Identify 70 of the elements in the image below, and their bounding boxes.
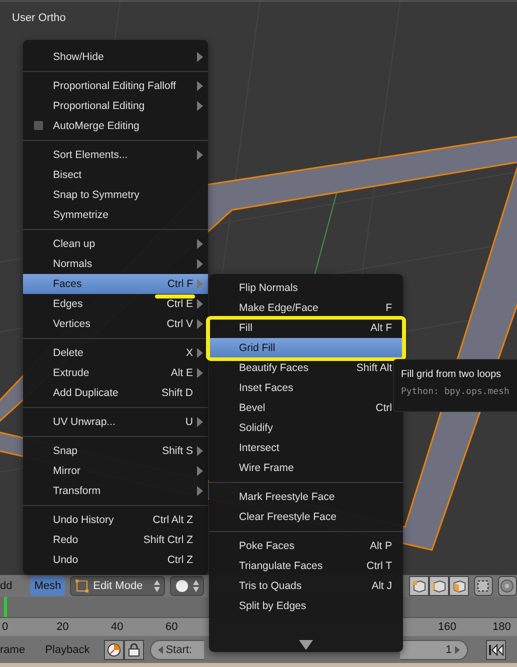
- proportional-icon[interactable]: [498, 576, 517, 596]
- python-path: Python: bpy.ops.mesh: [401, 387, 510, 397]
- menu-item[interactable]: Mark Freestyle Face: [209, 487, 403, 507]
- menu-item[interactable]: Tris to Quads Alt J: [209, 576, 403, 596]
- ruler-label: 160: [438, 621, 456, 633]
- menu-item[interactable]: UV Unwrap... U: [23, 412, 208, 432]
- menu-item[interactable]: Triangulate Faces Ctrl T: [209, 556, 403, 576]
- ruler-label: 60: [166, 621, 178, 633]
- menu-item[interactable]: Make Edge/Face F: [209, 298, 403, 318]
- menu-item[interactable]: Sort Elements...: [23, 145, 208, 165]
- scroll-down-icon[interactable]: [299, 640, 313, 650]
- menu-item[interactable]: Faces Ctrl F: [23, 274, 208, 294]
- menu-item[interactable]: Add Duplicate Shift D: [23, 383, 208, 403]
- ruler-label: 180: [492, 621, 511, 633]
- menu-item[interactable]: Proportional Editing: [23, 96, 208, 116]
- sphere-icon: [174, 579, 188, 593]
- menu-item[interactable]: Undo Ctrl Z: [23, 550, 208, 570]
- edit-mode-icon: [75, 579, 90, 593]
- checkbox[interactable]: [34, 121, 43, 130]
- menu-item[interactable]: Bisect: [23, 165, 208, 185]
- menu-item[interactable]: Undo History Ctrl Alt Z: [23, 510, 208, 530]
- menu-item[interactable]: Poke Faces Alt P: [209, 536, 403, 556]
- menu-item[interactable]: Proportional Editing Falloff: [23, 76, 208, 96]
- menu-item[interactable]: Vertices Ctrl V: [23, 314, 208, 334]
- ruler-label: 40: [111, 621, 124, 633]
- updown-icon: [192, 580, 198, 592]
- menu-item[interactable]: Redo Shift Ctrl Z: [23, 530, 208, 550]
- menu-item[interactable]: Normals: [23, 254, 208, 274]
- playback-menu[interactable]: Playback: [41, 640, 94, 660]
- ruler-label: 20: [56, 621, 69, 633]
- menu-item[interactable]: Edges Ctrl E: [23, 294, 208, 314]
- menu-item[interactable]: Symmetrize: [23, 205, 208, 225]
- menu-item[interactable]: AutoMerge Editing: [23, 116, 208, 136]
- underline-annotation: [155, 294, 195, 299]
- menu-item[interactable]: Show/Hide: [23, 47, 208, 67]
- menu-item[interactable]: Grid Fill: [209, 338, 403, 358]
- decrement-icon[interactable]: [158, 646, 163, 654]
- vertex-select-icon[interactable]: [408, 576, 428, 596]
- view-title: User Ortho: [12, 12, 66, 24]
- menu-item[interactable]: Transform: [23, 481, 208, 501]
- start-frame-field[interactable]: Start:: [150, 640, 204, 660]
- menu-item[interactable]: Mirror: [23, 461, 208, 481]
- menu-item[interactable]: Extrude Alt E: [23, 363, 208, 383]
- menu-item[interactable]: Fill Alt F: [209, 318, 403, 338]
- menu-item[interactable]: Delete X: [23, 343, 208, 363]
- occlude-icon[interactable]: [474, 576, 493, 596]
- menu-item[interactable]: Clean up: [23, 234, 208, 254]
- menu-item[interactable]: Snap Shift S: [23, 441, 208, 461]
- menu-item[interactable]: Flip Normals: [209, 278, 403, 298]
- frame-menu[interactable]: rame: [0, 640, 30, 660]
- face-select-icon[interactable]: [448, 576, 468, 596]
- ruler-label: 0: [2, 621, 8, 633]
- lock-icon[interactable]: [124, 640, 144, 660]
- mode-dropdown[interactable]: Edit Mode: [70, 576, 164, 596]
- menu-item[interactable]: Wire Frame: [209, 458, 403, 478]
- menu-item[interactable]: Intersect: [209, 438, 403, 458]
- increment-icon[interactable]: [454, 646, 460, 654]
- menu-item[interactable]: Clear Freestyle Face: [209, 507, 403, 527]
- tooltip-title: Fill grid from two loops: [401, 369, 502, 380]
- menu-item[interactable]: Solidify: [209, 418, 403, 438]
- menu-item[interactable]: Snap to Symmetry: [23, 185, 208, 205]
- jump-start-icon[interactable]: [486, 640, 506, 660]
- keying-icon[interactable]: [104, 640, 124, 660]
- mesh-menu-button[interactable]: Mesh: [30, 576, 66, 596]
- updown-icon: [154, 580, 160, 592]
- edge-select-icon[interactable]: [428, 576, 448, 596]
- menu-item[interactable]: Split by Edges: [209, 596, 403, 616]
- view-menu[interactable]: dd: [0, 576, 16, 596]
- shading-dropdown[interactable]: [170, 576, 204, 596]
- current-frame-field[interactable]: 1: [400, 640, 468, 660]
